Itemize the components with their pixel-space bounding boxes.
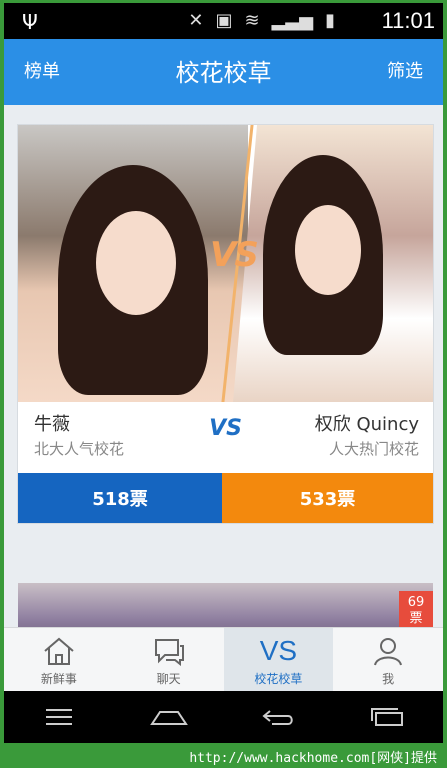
home-icon: [42, 634, 76, 668]
status-bar: Ψ ✕ ▣ ≋ ▂▃▅ ▮ 11:01: [4, 3, 443, 39]
watermark-bar: http://www.hackhome.com[网侠]提供: [0, 743, 447, 768]
clock: 11:01: [381, 8, 435, 33]
page-title: 校花校草: [175, 59, 272, 87]
battery-icon: ▮: [325, 10, 335, 31]
signal-icon: ▂▃▅: [271, 10, 314, 31]
recent-apps-icon[interactable]: [368, 705, 408, 729]
contestant-info: 牛薇 北大人气校花 VS 权欣 Quincy 人大热门校花: [18, 402, 433, 468]
back-icon[interactable]: [258, 705, 298, 729]
usb-icon: Ψ: [22, 10, 38, 34]
vote-right-button[interactable]: 533票: [222, 473, 433, 523]
vs-icon: VS: [260, 634, 297, 668]
chat-icon: [152, 634, 186, 668]
user-icon: [371, 634, 405, 668]
face-shape: [295, 205, 361, 295]
tab-label: 校花校草: [254, 671, 303, 686]
mute-icon: ✕: [188, 10, 204, 31]
tab-versus[interactable]: VS 校花校草: [223, 628, 334, 692]
tab-me[interactable]: 我: [333, 628, 443, 692]
wifi-icon: ≋: [244, 10, 260, 31]
phone-screen: Ψ ✕ ▣ ≋ ▂▃▅ ▮ 11:01 榜单 校花校草 筛选 VS 牛薇 北大人…: [4, 3, 443, 743]
vote-badge-number: 69: [407, 595, 425, 610]
vs-icon-text: VS: [259, 634, 298, 666]
status-icons: ✕ ▣ ≋ ▂▃▅ ▮: [188, 10, 335, 31]
vs-photo-icon: VS: [210, 235, 259, 275]
tab-label: 聊天: [156, 671, 181, 686]
versus-photos[interactable]: VS: [18, 125, 433, 402]
face-shape: [96, 211, 176, 315]
vote-left-button[interactable]: 518票: [18, 473, 222, 523]
tab-label: 新鲜事: [40, 671, 77, 686]
system-nav-bar: [4, 691, 443, 743]
vote-badge-unit: 票: [409, 611, 423, 626]
versus-card[interactable]: VS 牛薇 北大人气校花 VS 权欣 Quincy 人大热门校花 518票 53…: [18, 125, 433, 523]
sim-icon: ▣: [215, 10, 233, 31]
right-contestant-photo[interactable]: [233, 125, 433, 402]
vote-badge: 69 票: [399, 591, 433, 631]
right-contestant-subtitle: 人大热门校花: [328, 440, 419, 458]
tab-news[interactable]: 新鲜事: [4, 628, 114, 692]
home-button-icon[interactable]: [149, 705, 189, 729]
bottom-tab-bar: 新鲜事 聊天 VS 校花校草 我: [4, 627, 443, 692]
left-contestant-subtitle: 北大人气校花: [34, 440, 125, 458]
menu-icon[interactable]: [39, 705, 79, 729]
right-contestant-name: 权欣 Quincy: [314, 414, 419, 435]
watermark-text: http://www.hackhome.com[网侠]提供: [189, 751, 437, 766]
tab-chat[interactable]: 聊天: [114, 628, 224, 692]
tab-label: 我: [382, 671, 395, 686]
app-bar: 榜单 校花校草 筛选: [4, 39, 443, 105]
vote-bar: 518票 533票: [18, 473, 433, 523]
filter-button[interactable]: 筛选: [387, 57, 423, 83]
